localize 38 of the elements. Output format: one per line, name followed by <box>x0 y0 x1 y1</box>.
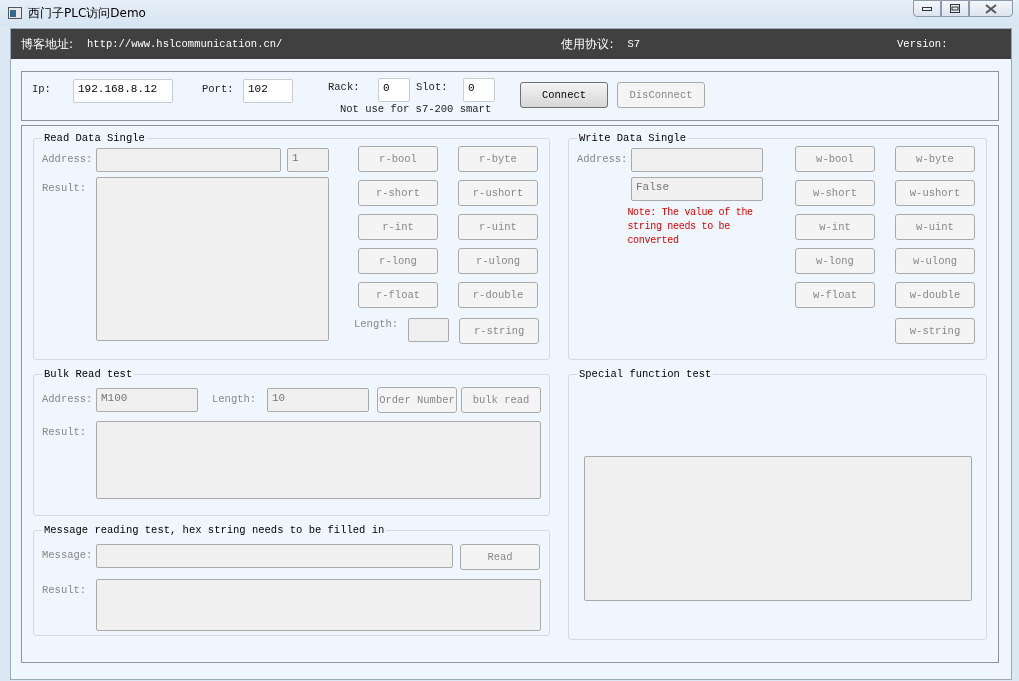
group-title: Read Data Single <box>43 132 146 144</box>
field-label: Address: <box>42 392 94 405</box>
minimize-icon <box>922 6 932 11</box>
field-label: Port: <box>202 82 235 95</box>
maximize-icon <box>950 4 960 13</box>
app-icon <box>8 7 22 19</box>
group-title: Write Data Single <box>578 132 688 144</box>
action-button[interactable]: Connect <box>520 82 608 108</box>
field-label: Address: <box>42 152 94 165</box>
field-label: Length: <box>354 318 399 330</box>
warning-note: Note: The value of the string needs to be converted <box>627 206 754 248</box>
field-label: Result: <box>42 425 88 438</box>
blog-url: http://www.hslcommunication.cn/ <box>87 38 283 50</box>
field-label: Address: <box>577 152 629 165</box>
ip-field[interactable]: 192.168.8.12 <box>73 79 173 103</box>
port-field[interactable]: 102 <box>243 79 293 103</box>
close-button[interactable] <box>969 0 1013 17</box>
slot-field[interactable]: 0 <box>463 78 495 102</box>
field-label: Slot: <box>416 80 449 93</box>
blog-label: 博客地址: <box>21 35 74 53</box>
minimize-button[interactable] <box>913 0 941 17</box>
hint-text: Not use for s7-200 smart <box>340 103 493 115</box>
close-icon <box>985 3 997 14</box>
field-label: Result: <box>42 583 88 596</box>
group-title: Bulk Read test <box>43 368 134 380</box>
group-title: Special function test <box>578 368 713 380</box>
protocol-label: 使用协议: <box>561 35 614 53</box>
group-title: Message reading test, hex string needs to be filled in <box>43 524 386 536</box>
version-label: Version: <box>897 38 948 50</box>
window-title: 西门子PLC访问Demo <box>28 4 147 22</box>
field-label: Length: <box>212 392 258 405</box>
field-label: Result: <box>42 181 88 194</box>
rack-field[interactable]: 0 <box>378 78 410 102</box>
field-label: Rack: <box>328 80 361 93</box>
field-label: Message: <box>42 548 94 561</box>
field-label: Ip: <box>32 82 52 95</box>
maximize-button[interactable] <box>941 0 969 17</box>
protocol-value: S7 <box>627 38 641 50</box>
